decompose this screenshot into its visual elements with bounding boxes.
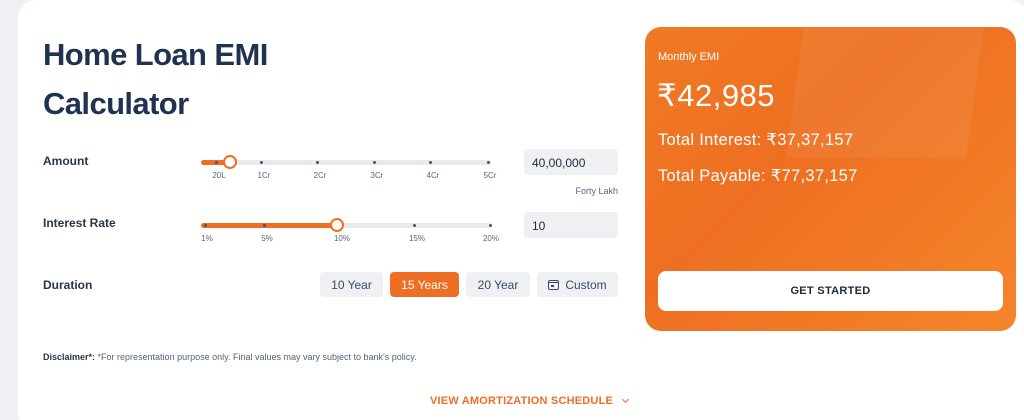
duration-15-years-button[interactable]: 15 Years <box>390 272 459 297</box>
monthly-emi-label: Monthly EMI <box>658 51 720 63</box>
tick-mark <box>260 161 263 164</box>
interest-tick-label: 1% <box>201 234 213 243</box>
get-started-button[interactable]: GET STARTED <box>658 271 1003 311</box>
duration-10-year-button[interactable]: 10 Year <box>320 272 383 297</box>
duration-label: Duration <box>43 278 93 292</box>
tick-mark <box>316 161 319 164</box>
total-interest: Total Interest: ₹37,37,157 <box>658 131 854 149</box>
view-amortization-schedule-link[interactable]: VIEW AMORTIZATION SCHEDULE <box>430 395 630 407</box>
amount-slider[interactable]: 20L 1Cr 2Cr 3Cr 4Cr 5Cr <box>201 154 496 194</box>
disclaimer-text: *For representation purpose only. Final … <box>95 352 417 362</box>
interest-slider-fill <box>201 223 338 228</box>
chevron-down-icon <box>621 395 630 404</box>
amount-slider-track[interactable] <box>201 160 491 165</box>
duration-option-label: Custom <box>565 277 607 292</box>
amount-input[interactable]: 40,00,000 <box>524 149 618 175</box>
monthly-emi-value: ₹42,985 <box>657 78 776 113</box>
duration-option-label: 15 Years <box>401 277 448 292</box>
tick-mark <box>263 224 266 227</box>
emi-result-card: Monthly EMI ₹42,985 Total Interest: ₹37,… <box>645 27 1016 331</box>
interest-tick-label: 5% <box>261 234 273 243</box>
calendar-icon <box>548 279 560 290</box>
amount-tick-label: 5Cr <box>483 171 497 180</box>
tick-mark <box>204 224 207 227</box>
interest-rate-slider[interactable]: 1% 5% 10% 15% 20% <box>201 217 499 257</box>
duration-custom-button[interactable]: Custom <box>537 272 618 297</box>
tick-mark <box>215 161 218 164</box>
amount-tick-label: 20L <box>212 171 226 180</box>
total-payable: Total Payable: ₹77,37,157 <box>658 167 858 185</box>
page-title: Home Loan EMI Calculator <box>43 37 268 121</box>
interest-tick-label: 20% <box>482 234 499 243</box>
interest-tick-label: 15% <box>408 234 425 243</box>
interest-tick-label: 10% <box>333 234 350 243</box>
amount-slider-thumb[interactable] <box>223 155 237 169</box>
tick-mark <box>413 224 416 227</box>
disclaimer: Disclaimer*: *For representation purpose… <box>43 352 417 362</box>
amount-tick-label: 3Cr <box>370 171 384 180</box>
disclaimer-label: Disclaimer*: <box>43 352 96 362</box>
interest-rate-input[interactable]: 10 <box>524 212 618 238</box>
tick-mark <box>487 161 490 164</box>
amount-tick-label: 2Cr <box>313 171 327 180</box>
duration-option-label: 20 Year <box>477 277 519 292</box>
interest-slider-thumb[interactable] <box>330 218 345 232</box>
interest-rate-label: Interest Rate <box>43 216 116 230</box>
duration-20-year-button[interactable]: 20 Year <box>466 272 530 297</box>
tick-mark <box>489 224 492 227</box>
amount-tick-label: 4Cr <box>426 171 440 180</box>
amount-label: Amount <box>43 154 89 168</box>
amortization-link-label: VIEW AMORTIZATION SCHEDULE <box>430 395 614 407</box>
tick-mark <box>429 161 432 164</box>
amount-in-words: Forty Lakh <box>575 186 618 196</box>
duration-option-label: 10 Year <box>331 277 372 292</box>
amount-tick-label: 1Cr <box>257 171 271 180</box>
tick-mark <box>373 161 376 164</box>
